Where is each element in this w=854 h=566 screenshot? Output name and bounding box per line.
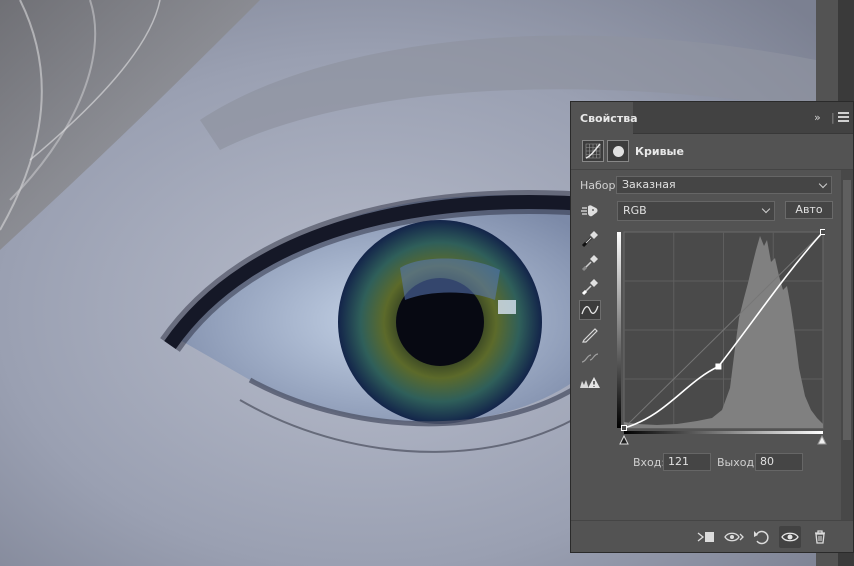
curve-control-point[interactable]	[621, 425, 627, 431]
input-gradient-bar-vertical	[617, 232, 621, 428]
input-slider-track[interactable]	[619, 432, 831, 446]
clipping-warning-icon[interactable]	[579, 372, 601, 392]
curves-adjustment-icon[interactable]	[582, 140, 604, 162]
white-point-eyedropper-icon[interactable]	[579, 276, 601, 296]
input-value-field[interactable]: 121	[663, 453, 711, 471]
auto-button[interactable]: Авто	[785, 201, 833, 219]
output-value-field[interactable]: 80	[755, 453, 803, 471]
delete-adjustment-icon[interactable]	[809, 526, 831, 548]
layer-mask-icon[interactable]	[607, 140, 629, 162]
collapse-panel-button[interactable]: »	[814, 111, 821, 124]
reset-adjustment-icon[interactable]	[751, 526, 773, 548]
targeted-adjustment-icon[interactable]	[579, 201, 601, 221]
smooth-curve-icon[interactable]	[579, 348, 601, 368]
view-previous-state-icon[interactable]	[723, 526, 745, 548]
white-point-slider	[817, 434, 827, 445]
chevron-down-icon	[761, 204, 771, 214]
panel-menu-icon[interactable]	[838, 112, 849, 122]
curve-control-point[interactable]	[715, 363, 722, 370]
tabbar-divider: |	[831, 111, 835, 124]
preset-label: Набор:	[580, 179, 620, 192]
panel-footer	[571, 520, 853, 552]
panel-scrollbar[interactable]	[841, 170, 853, 520]
scrollbar-thumb[interactable]	[843, 180, 851, 440]
panel-tab-bar: Свойства » |	[571, 102, 853, 134]
chevron-down-icon	[818, 179, 828, 189]
curve-control-point[interactable]	[820, 229, 826, 235]
channel-value: RGB	[623, 204, 647, 217]
preset-value: Заказная	[622, 178, 676, 191]
output-label: Выход:	[717, 456, 758, 469]
tab-properties[interactable]: Свойства	[571, 102, 638, 134]
adjustment-title: Кривые	[635, 145, 684, 158]
input-label: Вход:	[633, 456, 666, 469]
black-point-slider	[619, 434, 629, 445]
toggle-visibility-icon[interactable]	[779, 526, 801, 548]
clip-to-layer-icon[interactable]	[695, 526, 717, 548]
adjustment-header: Кривые	[571, 134, 853, 170]
gray-point-eyedropper-icon[interactable]	[579, 252, 601, 272]
channel-dropdown[interactable]: RGB	[617, 201, 775, 221]
curves-graph[interactable]	[617, 228, 825, 434]
black-point-eyedropper-icon[interactable]	[579, 228, 601, 248]
properties-panel: Свойства » | Кривые Набор: Заказная RGB …	[570, 101, 854, 553]
preset-dropdown[interactable]: Заказная	[616, 176, 832, 194]
curve-points-icon[interactable]	[579, 300, 601, 320]
pencil-draw-icon[interactable]	[579, 324, 601, 344]
